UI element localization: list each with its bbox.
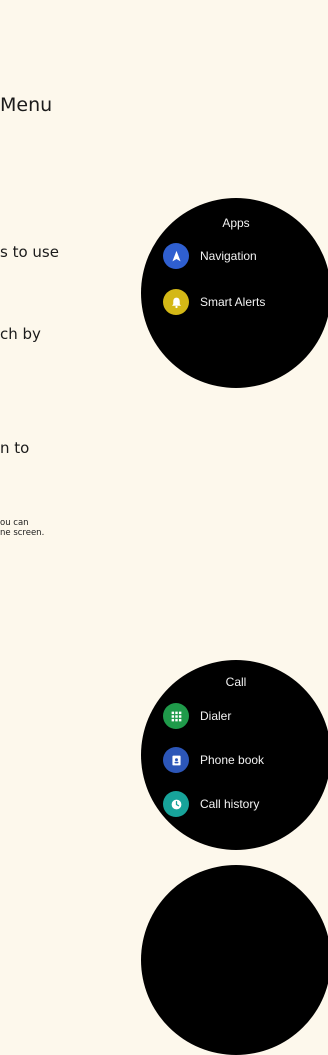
footnote-line: ou can [0, 518, 29, 528]
app-item-navigation[interactable]: Navigation [163, 243, 257, 269]
watch-screen-partial [141, 865, 328, 1055]
call-item-phone-book[interactable]: Phone book [163, 747, 264, 773]
navigation-icon [163, 243, 189, 269]
contacts-icon [163, 747, 189, 773]
clock-icon [163, 791, 189, 817]
body-text-line: s to use [0, 243, 59, 261]
app-item-smart-alerts[interactable]: Smart Alerts [163, 289, 265, 315]
body-text-line: n to [0, 439, 30, 457]
call-item-call-history[interactable]: Call history [163, 791, 259, 817]
page-heading: Menu [0, 94, 53, 116]
watch-screen-apps: Apps Navigation Smart Alerts [141, 198, 328, 388]
watch-title: Call [225, 675, 247, 689]
call-item-dialer[interactable]: Dialer [163, 703, 231, 729]
bell-icon [163, 289, 189, 315]
watch-title: Apps [222, 216, 250, 230]
footnote-line: ne screen. [0, 528, 45, 538]
body-text-line: ch by [0, 325, 41, 343]
call-item-label: Call history [200, 797, 260, 811]
call-item-label: Dialer [200, 709, 232, 723]
app-item-label: Navigation [200, 249, 257, 263]
call-item-label: Phone book [200, 753, 265, 767]
dialpad-icon [163, 703, 189, 729]
app-item-label: Smart Alerts [200, 295, 266, 309]
watch-screen-call: Call Dialer Phone book Call history [141, 660, 328, 850]
